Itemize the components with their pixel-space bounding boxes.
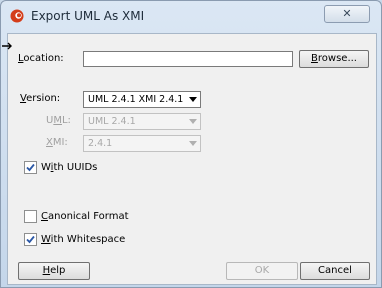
- window-title: Export UML As XMI: [31, 9, 145, 23]
- xmi-label: XMI:: [46, 137, 68, 148]
- with-whitespace-label: With Whitespace: [41, 234, 126, 245]
- export-uml-dialog: Export UML As XMI ✕ Location: Browse... …: [0, 0, 382, 288]
- chevron-down-icon: [189, 97, 197, 102]
- with-uuids-checkbox[interactable]: [24, 161, 37, 174]
- uml-label: UML:: [46, 115, 71, 126]
- canonical-format-label: Canonical Format: [41, 211, 129, 222]
- browse-button[interactable]: Browse...: [299, 50, 369, 68]
- with-whitespace-checkbox[interactable]: [24, 233, 37, 246]
- check-icon: [26, 235, 35, 244]
- canonical-format-checkbox[interactable]: [24, 210, 37, 223]
- location-label: Location:: [18, 53, 64, 64]
- check-icon: [26, 163, 35, 172]
- mouse-pointer-icon: [2, 42, 12, 50]
- chevron-down-icon: [189, 141, 197, 146]
- with-uuids-label: With UUIDs: [41, 162, 98, 173]
- version-label: Version:: [20, 93, 61, 104]
- dialog-body: Location: Browse... Version: UML 2.4.1 X…: [7, 33, 377, 285]
- title-bar: Export UML As XMI ✕: [1, 1, 381, 31]
- location-input[interactable]: [83, 51, 293, 67]
- oracle-icon: [10, 9, 24, 23]
- xmi-select[interactable]: 2.4.1: [83, 135, 201, 152]
- cancel-button[interactable]: Cancel: [300, 262, 370, 280]
- ok-button[interactable]: OK: [226, 262, 298, 280]
- uml-select[interactable]: UML 2.4.1: [83, 113, 201, 130]
- chevron-down-icon: [189, 119, 197, 124]
- help-button[interactable]: Help: [18, 262, 90, 280]
- close-button[interactable]: ✕: [324, 5, 370, 23]
- version-select[interactable]: UML 2.4.1 XMI 2.4.1: [83, 91, 201, 108]
